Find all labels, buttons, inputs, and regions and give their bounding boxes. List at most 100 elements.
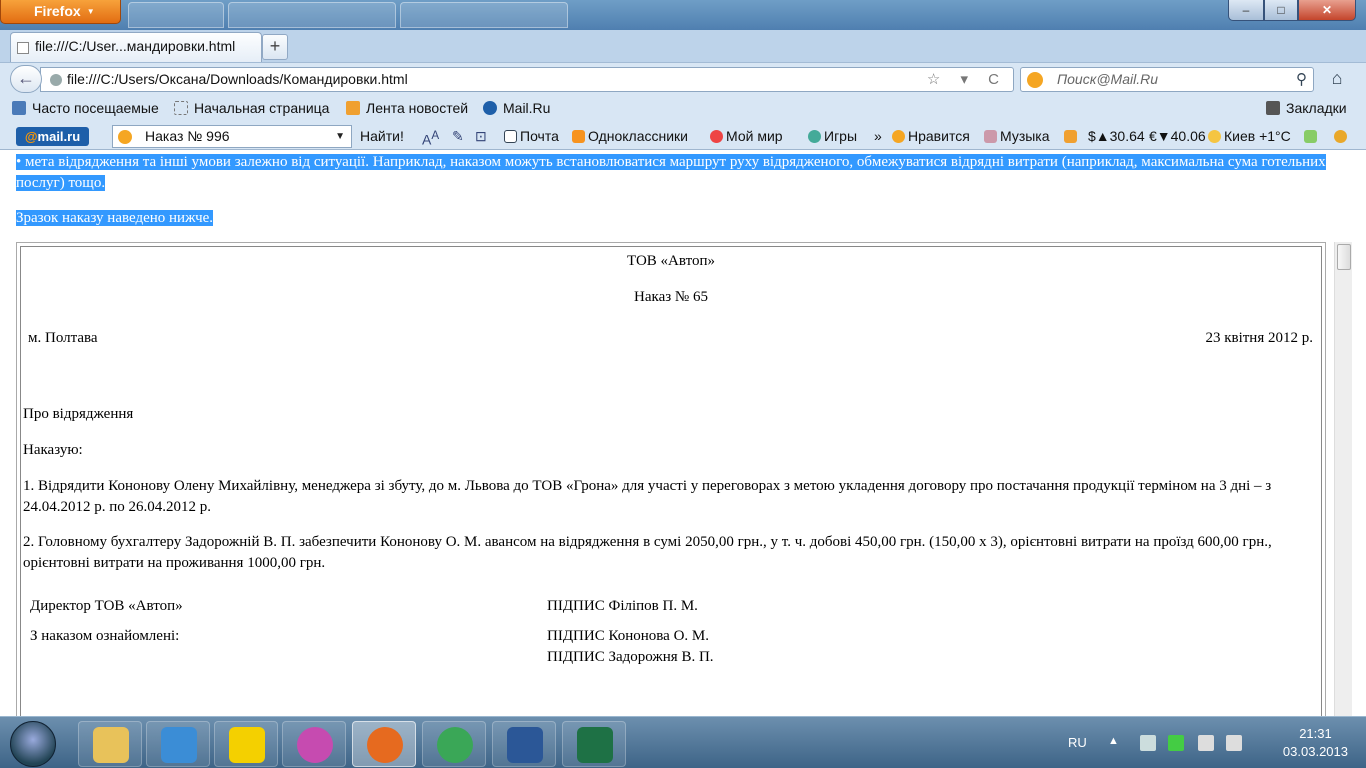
bookmarks-star-icon [1266, 101, 1280, 115]
home-icon[interactable]: ⌂ [1326, 68, 1348, 90]
search-placeholder: Поиск@Mail.Ru [1057, 71, 1158, 87]
background-tab[interactable] [400, 2, 568, 28]
director-label: Директор ТОВ «Автоп» [30, 598, 183, 614]
url-bar[interactable]: file:///C:/Users/Оксана/Downloads/Команд… [40, 67, 1014, 92]
folder-icon [93, 727, 129, 763]
gear-icon[interactable] [1334, 122, 1350, 150]
close-button[interactable]: ✕ [1298, 0, 1356, 21]
system-tray: RU ▲ 21:31 03.03.2013 [1060, 717, 1360, 768]
weather-icon [1208, 130, 1221, 143]
bookmarks-menu[interactable]: Закладки [1266, 94, 1347, 122]
window-titlebar: Firefox ▼ – □ ✕ [0, 0, 1366, 30]
chrome-icon [437, 727, 473, 763]
likes-link[interactable]: Нравится [892, 122, 970, 150]
music-link[interactable]: Музыка [984, 122, 1050, 150]
network-icon[interactable] [1140, 735, 1156, 751]
taskbar-picasa[interactable] [282, 721, 346, 767]
background-tab[interactable] [228, 2, 396, 28]
weather-link[interactable]: Киев +1°C [1208, 122, 1291, 150]
plus-app-icon [229, 727, 265, 763]
taskbar-firefox[interactable] [352, 721, 416, 767]
tab-active[interactable]: file:///C:/User...мандировки.html [10, 32, 262, 62]
background-tab[interactable] [128, 2, 224, 28]
acquainted-signature-2: ПІДПИС Задорожня В. П. [547, 649, 714, 665]
my-world-icon [710, 130, 723, 143]
search-input[interactable]: Поиск@Mail.Ru ⚲ [1020, 67, 1314, 92]
order-directive: Наказую: [23, 442, 83, 458]
bookmark-start-page[interactable]: Начальная страница [174, 94, 329, 122]
map-icon[interactable] [1304, 122, 1320, 150]
bookmarks-bar: Часто посещаемые Начальная страница Лент… [0, 94, 1366, 122]
mailru-logo[interactable]: @mail.ru [16, 127, 89, 146]
highlight-icon[interactable]: ✎ [452, 122, 464, 150]
picasa-icon [297, 727, 333, 763]
app-tray-icon[interactable] [1168, 735, 1184, 751]
new-tab-button[interactable]: + [262, 34, 288, 60]
maximize-button[interactable]: □ [1264, 0, 1298, 21]
tab-title: file:///C:/User...мандировки.html [35, 38, 236, 54]
odnoklassniki-icon [572, 130, 585, 143]
mailru-search-icon[interactable] [1027, 72, 1043, 88]
clock[interactable]: 21:31 03.03.2013 [1283, 725, 1348, 761]
search-engine-icon [118, 130, 132, 144]
page-icon [174, 101, 188, 115]
url-text: file:///C:/Users/Оксана/Downloads/Команд… [67, 71, 408, 87]
taskbar-chrome[interactable] [422, 721, 486, 767]
start-button[interactable] [10, 721, 56, 767]
director-signature: ПІДПИС Філіпов П. М. [547, 598, 698, 614]
bookmark-news-feed[interactable]: Лента новостей [346, 94, 468, 122]
rss-icon [346, 101, 360, 115]
mailru-search-input[interactable]: Наказ № 996 ▼ [112, 125, 352, 148]
odnoklassniki-link[interactable]: Одноклассники [572, 122, 688, 150]
acquainted-label: З наказом ознайомлені: [30, 628, 180, 644]
word-icon [507, 727, 543, 763]
star-reload-icons[interactable]: ☆ ▾ C [927, 68, 1007, 91]
games-link[interactable]: Игры [808, 122, 857, 150]
windows-taskbar: RU ▲ 21:31 03.03.2013 [0, 716, 1366, 768]
chevron-down-icon[interactable]: ▼ [335, 126, 345, 147]
mail-icon [504, 130, 517, 143]
like-icon [892, 130, 905, 143]
clock-date: 03.03.2013 [1282, 744, 1348, 759]
page-icon [17, 42, 29, 54]
taskbar-media-player[interactable] [146, 721, 210, 767]
volume-icon[interactable] [1226, 735, 1242, 751]
music-icon [984, 130, 997, 143]
page-content: • мета відрядження та інші умови залежно… [0, 150, 1366, 716]
font-size-icon[interactable]: AA [422, 122, 439, 154]
bookmark-most-visited[interactable]: Часто посещаемые [12, 94, 159, 122]
bookmark-icon [12, 101, 26, 115]
taskbar-explorer[interactable] [78, 721, 142, 767]
notification-icon[interactable] [1064, 122, 1080, 150]
more-chevron[interactable]: » [874, 122, 882, 150]
power-icon[interactable] [1198, 735, 1214, 751]
minimize-button[interactable]: – [1228, 0, 1264, 21]
excel-icon [577, 727, 613, 763]
taskbar-excel[interactable] [562, 721, 626, 767]
zoom-icon[interactable]: ⊡ [475, 122, 487, 150]
mailru-find-button[interactable]: Найти! [360, 122, 404, 150]
firefox-menu-button[interactable]: Firefox ▼ [0, 0, 121, 24]
usd-rate[interactable]: $▲30.64 [1088, 122, 1145, 150]
inner-scrollbar[interactable] [1334, 242, 1352, 716]
taskbar-word[interactable] [492, 721, 556, 767]
order-item-2: 2. Головному бухгалтеру Задорожній В. П.… [23, 534, 1272, 571]
globe-icon [50, 74, 62, 86]
games-icon [808, 130, 821, 143]
back-button[interactable]: ← [10, 65, 42, 93]
bookmark-mailru[interactable]: Mail.Ru [483, 94, 550, 122]
show-hidden-icons[interactable]: ▲ [1108, 735, 1124, 751]
language-indicator[interactable]: RU [1068, 735, 1087, 750]
order-document: ТОВ «Автоп» Наказ № 65 м. Полтава 23 кві… [16, 242, 1326, 716]
search-icon[interactable]: ⚲ [1296, 68, 1307, 91]
order-item-1: 1. Відрядити Кононову Олену Михайлівну, … [23, 478, 1272, 515]
scrollbar-thumb[interactable] [1337, 244, 1351, 270]
intro-paragraph: • мета відрядження та інші умови залежно… [16, 154, 1326, 191]
tab-strip: file:///C:/User...мандировки.html + [0, 30, 1366, 62]
taskbar-app-yellow[interactable] [214, 721, 278, 767]
mail-link[interactable]: Почта [504, 122, 559, 150]
mailru-icon [483, 101, 497, 115]
my-world-link[interactable]: Мой мир [710, 122, 783, 150]
clock-time: 21:31 [1299, 726, 1332, 741]
eur-rate[interactable]: €▼40.06 [1149, 122, 1206, 150]
